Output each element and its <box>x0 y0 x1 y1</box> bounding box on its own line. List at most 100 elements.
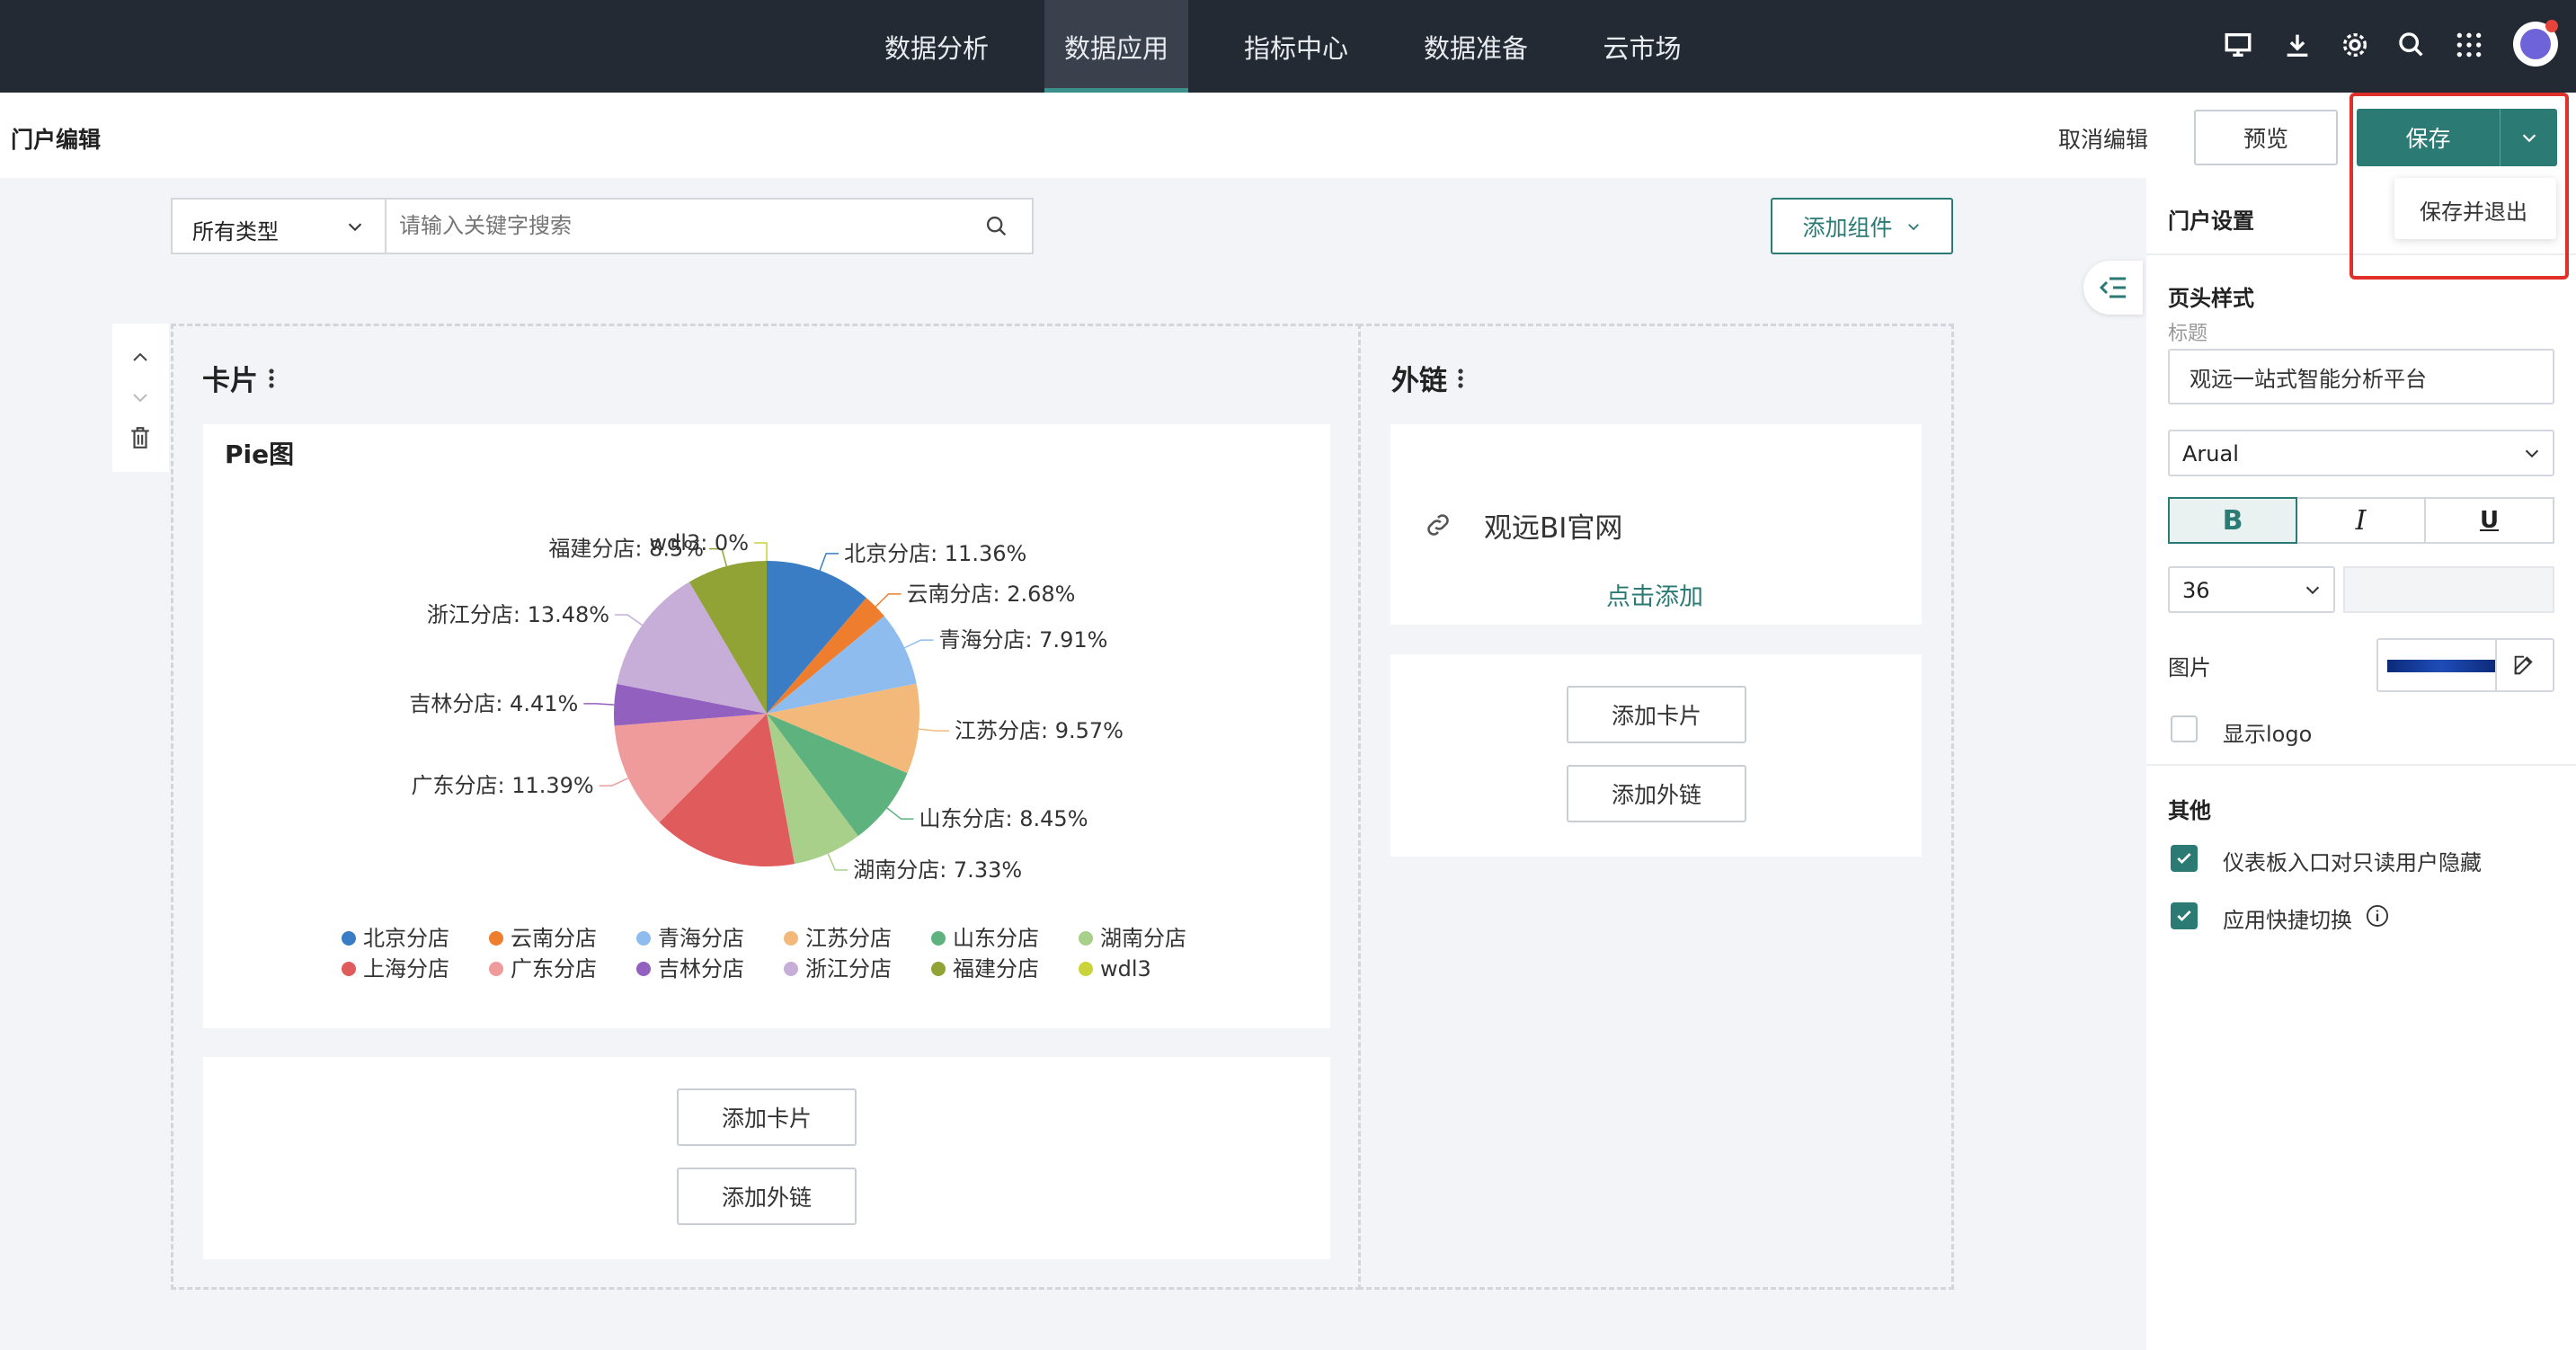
avatar[interactable] <box>2513 20 2558 67</box>
legend-marker-6[interactable] <box>342 962 356 976</box>
search-input[interactable] <box>399 208 956 244</box>
legend-marker-8[interactable] <box>636 962 651 976</box>
legend-label-8[interactable]: 吉林分店 <box>658 956 744 981</box>
legend-marker-0[interactable] <box>342 931 356 946</box>
divider <box>2146 764 2576 766</box>
add-card-button[interactable]: 添加卡片 <box>1567 686 1746 743</box>
trash-icon[interactable] <box>129 424 152 451</box>
legend-label-0[interactable]: 北京分店 <box>363 926 449 951</box>
move-down-icon[interactable] <box>129 386 151 408</box>
legend-marker-5[interactable] <box>1079 931 1093 946</box>
monitor-icon[interactable] <box>2220 27 2256 63</box>
more-vertical-icon[interactable] <box>1456 367 1465 390</box>
data-label-slice-4: 山东分店: 8.45% <box>919 806 1088 831</box>
tab-data-application[interactable]: 数据应用 <box>1044 0 1188 93</box>
type-select[interactable]: 所有类型 <box>173 200 386 253</box>
image-label: 图片 <box>2168 655 2211 680</box>
legend-label-6[interactable]: 上海分店 <box>363 956 449 981</box>
add-card-button[interactable]: 添加卡片 <box>677 1088 857 1146</box>
hide-dashboard-checkbox[interactable] <box>2171 845 2198 872</box>
legend-label-5[interactable]: 湖南分店 <box>1100 926 1186 951</box>
add-link-button[interactable]: 添加外链 <box>1567 765 1746 822</box>
label-line-slice-3 <box>919 728 950 732</box>
settings-icon[interactable] <box>2337 27 2373 63</box>
color-picker[interactable] <box>2343 566 2554 613</box>
quick-switch-checkbox[interactable] <box>2171 902 2198 929</box>
tab-cloud-market[interactable]: 云市场 <box>1575 0 1710 93</box>
add-component-label: 添加组件 <box>1802 214 1893 241</box>
font-select-value: Arual <box>2182 441 2239 466</box>
legend-marker-4[interactable] <box>931 931 946 946</box>
font-select[interactable]: Arual <box>2168 430 2554 476</box>
legend-label-7[interactable]: 广东分店 <box>511 956 597 981</box>
text-style-group: B I U <box>2168 497 2554 544</box>
info-icon[interactable] <box>2365 903 2390 928</box>
legend-marker-2[interactable] <box>636 931 651 946</box>
more-vertical-icon[interactable] <box>267 367 276 390</box>
legend-label-3[interactable]: 江苏分店 <box>805 926 892 951</box>
preview-button[interactable]: 预览 <box>2194 110 2338 165</box>
legend-label-2[interactable]: 青海分店 <box>658 926 744 951</box>
search-icon[interactable] <box>2394 27 2429 63</box>
page-title: 门户编辑 <box>11 127 102 153</box>
image-picker[interactable] <box>2376 638 2554 692</box>
check-icon <box>2177 910 2191 922</box>
collapse-panel-toggle[interactable] <box>2083 261 2143 315</box>
header-image-thumbnail <box>2387 660 2495 672</box>
legend-label-9[interactable]: 浙江分店 <box>805 956 892 981</box>
add-component-button[interactable]: 添加组件 <box>1771 198 1953 254</box>
other-heading: 其他 <box>2168 798 2211 823</box>
edit-icon[interactable] <box>2511 653 2536 678</box>
font-size-select[interactable]: 36 <box>2168 566 2335 613</box>
data-label-slice-8: 吉林分店: 4.41% <box>409 691 578 716</box>
legend-label-4[interactable]: 山东分店 <box>953 926 1039 951</box>
data-label-slice-11: wdl3: 0% <box>649 530 749 555</box>
chevron-down-icon <box>2305 586 2320 595</box>
label-line-slice-9 <box>615 614 643 626</box>
card-section-header: 卡片 <box>202 358 276 398</box>
tab-metric-center[interactable]: 指标中心 <box>1224 0 1368 93</box>
add-link-button[interactable]: 添加外链 <box>677 1168 857 1225</box>
label-line-slice-1 <box>875 593 902 608</box>
legend-marker-7[interactable] <box>489 962 503 976</box>
settings-panel: 门户设置 页头样式 标题 Arual B I U 36 图片 显示logo 其他… <box>2146 178 2576 1350</box>
show-logo-label: 显示logo <box>2223 722 2313 747</box>
legend-marker-11[interactable] <box>1079 962 1093 976</box>
legend-marker-1[interactable] <box>489 931 503 946</box>
legend-marker-10[interactable] <box>931 962 946 976</box>
link-icon <box>1427 514 1449 536</box>
title-label: 标题 <box>2168 323 2208 345</box>
legend-marker-9[interactable] <box>784 962 798 976</box>
download-icon[interactable] <box>2279 27 2315 63</box>
link-section-header: 外链 <box>1391 358 1465 398</box>
chevron-down-icon <box>1907 223 1919 230</box>
chevron-down-icon <box>348 223 362 232</box>
cancel-edit-link[interactable]: 取消编辑 <box>2058 122 2148 155</box>
search-icon[interactable] <box>984 214 1009 239</box>
italic-button[interactable]: I <box>2297 499 2426 542</box>
data-label-slice-5: 湖南分店: 7.33% <box>853 857 1022 883</box>
click-to-add-link[interactable]: 点击添加 <box>1606 577 1703 612</box>
legend-label-1[interactable]: 云南分店 <box>511 926 597 951</box>
title-input[interactable] <box>2168 349 2554 404</box>
legend-label-10[interactable]: 福建分店 <box>953 956 1039 981</box>
label-line-slice-7 <box>599 777 629 786</box>
show-logo-checkbox[interactable] <box>2171 715 2198 742</box>
settings-title: 门户设置 <box>2168 209 2254 234</box>
link-title[interactable]: 观远BI官网 <box>1484 505 1622 546</box>
tab-data-analysis[interactable]: 数据分析 <box>865 0 1008 93</box>
link-section-title: 外链 <box>1391 365 1447 397</box>
data-label-slice-1: 云南分店: 2.68% <box>907 582 1076 607</box>
top-nav: 数据分析 数据应用 指标中心 数据准备 云市场 <box>0 0 2576 93</box>
bold-button[interactable]: B <box>2168 497 2297 544</box>
legend-marker-3[interactable] <box>784 931 798 946</box>
move-up-icon[interactable] <box>129 347 151 369</box>
search-bar: 所有类型 <box>171 198 1034 254</box>
tab-data-prep[interactable]: 数据准备 <box>1404 0 1548 93</box>
apps-grid-icon[interactable] <box>2451 27 2487 63</box>
legend-label-11[interactable]: wdl3 <box>1100 956 1151 981</box>
check-icon <box>2177 853 2191 865</box>
highlight-box <box>2349 93 2569 280</box>
underline-button[interactable]: U <box>2426 499 2553 542</box>
edit-bar: 门户编辑 取消编辑 预览 保存 <box>0 93 2576 178</box>
